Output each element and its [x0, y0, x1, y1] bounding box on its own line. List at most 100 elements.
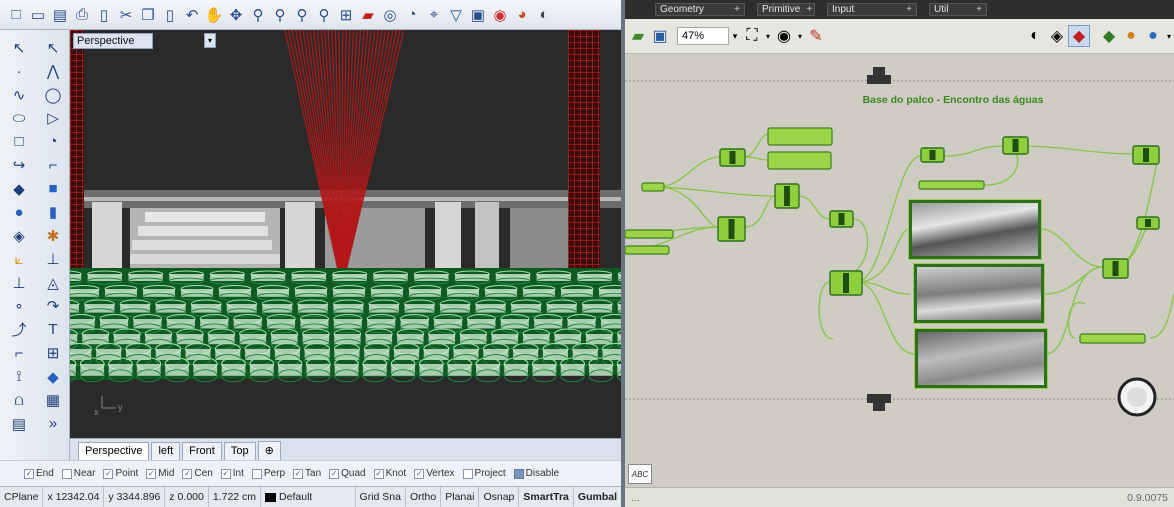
- osnap-checkbox[interactable]: ✓: [24, 468, 34, 479]
- tab-expand-icon[interactable]: +: [734, 4, 740, 15]
- smarttrack-toggle[interactable]: SmartTra: [519, 487, 574, 507]
- osnap-int[interactable]: ✓ Int: [220, 468, 244, 479]
- filter-icon[interactable]: ▽: [446, 5, 466, 25]
- light-icon[interactable]: ▣: [468, 5, 488, 25]
- zoom-dropdown-chevron-down-icon[interactable]: ▾: [729, 25, 741, 47]
- material-icon[interactable]: ◆: [36, 365, 70, 389]
- osnap-cen[interactable]: ✓ Cen: [182, 468, 213, 479]
- osnap-checkbox[interactable]: [251, 468, 262, 479]
- object-properties-icon[interactable]: ◔: [402, 5, 422, 25]
- curve-icon[interactable]: ∿: [2, 83, 36, 107]
- save-icon[interactable]: ▤: [50, 5, 70, 25]
- zoom-extents-icon[interactable]: ⛶: [741, 25, 763, 47]
- osnap-checkbox[interactable]: ✓: [293, 468, 304, 479]
- osnap-vertex[interactable]: ✓ Vertex: [414, 468, 455, 479]
- osnap-mid[interactable]: ✓ Mid: [146, 468, 174, 479]
- rotate-view-icon[interactable]: ✥: [226, 5, 246, 25]
- rebuild-icon[interactable]: ↷: [36, 295, 70, 319]
- layout-icon[interactable]: ▤: [2, 412, 36, 436]
- cut-icon[interactable]: ✂: [116, 5, 136, 25]
- snap-icon[interactable]: ⌖: [424, 5, 444, 25]
- open-file-icon[interactable]: ▭: [28, 5, 48, 25]
- transform-icon[interactable]: ⟀: [2, 248, 36, 272]
- osnap-quad[interactable]: ✓ Quad: [329, 468, 366, 479]
- extend-icon[interactable]: ⌐: [36, 154, 70, 178]
- points-icon[interactable]: ∘: [2, 295, 36, 319]
- color-wheel-icon[interactable]: ◕: [512, 5, 532, 25]
- paste-icon[interactable]: ▯: [160, 5, 180, 25]
- preview-dropdown-icon[interactable]: ▾: [795, 25, 805, 47]
- viewport-tab-top[interactable]: Top: [223, 442, 256, 460]
- curve-edit-icon[interactable]: ↪: [2, 154, 36, 178]
- point-icon[interactable]: ·: [2, 60, 36, 84]
- osnap-checkbox[interactable]: ✓: [373, 468, 384, 479]
- osnap-checkbox[interactable]: ✓: [414, 468, 425, 479]
- undo-icon[interactable]: ↶: [182, 5, 202, 25]
- layer-indicator[interactable]: Default: [261, 487, 356, 507]
- osnap-tan[interactable]: ✓ Tan: [293, 468, 321, 479]
- ellipse-icon[interactable]: ⬭: [2, 107, 36, 131]
- zoom-selected-icon[interactable]: ⚲: [314, 5, 334, 25]
- copy-icon[interactable]: ❐: [138, 5, 158, 25]
- osnap-disable[interactable]: Disable: [513, 468, 559, 479]
- select-arrow-icon[interactable]: ↖: [2, 36, 36, 60]
- array-icon[interactable]: ⊞: [36, 342, 70, 366]
- polygon-icon[interactable]: ▷: [36, 107, 70, 131]
- zoom-icon[interactable]: ⚲: [248, 5, 268, 25]
- osnap-checkbox[interactable]: [513, 468, 524, 479]
- ortho-toggle[interactable]: Ortho: [406, 487, 442, 507]
- osnap-checkbox[interactable]: ✓: [220, 468, 231, 479]
- display-settings-icon[interactable]: ●: [1142, 25, 1164, 47]
- zoom-extents-icon[interactable]: ⚲: [292, 5, 312, 25]
- viewport-tab-front[interactable]: Front: [182, 442, 222, 460]
- viewport-tab-perspective[interactable]: Perspective: [78, 442, 150, 460]
- lights-icon[interactable]: ⟟: [2, 365, 36, 389]
- analyze-icon[interactable]: ◬: [36, 271, 70, 295]
- polyline-icon[interactable]: ⋀: [36, 60, 70, 84]
- osnap-checkbox[interactable]: ✓: [329, 468, 340, 479]
- page-icon[interactable]: ▯: [94, 5, 114, 25]
- osnap-checkbox[interactable]: [462, 468, 473, 479]
- dimension-icon[interactable]: ⊥: [36, 248, 70, 272]
- open-document-icon[interactable]: ▰: [627, 25, 649, 47]
- osnap-checkbox[interactable]: [61, 468, 72, 479]
- osnap-checkbox[interactable]: ✓: [146, 468, 157, 479]
- solid-box-icon[interactable]: ■: [36, 177, 70, 201]
- layers-icon[interactable]: ◎: [380, 5, 400, 25]
- mesh-icon[interactable]: ◈: [2, 224, 36, 248]
- viewport-layout-icon[interactable]: ⊞: [336, 5, 356, 25]
- zoom-extents-dropdown-icon[interactable]: ▾: [763, 25, 773, 47]
- viewport-menu-chevron-down-icon[interactable]: ▾: [204, 33, 216, 48]
- display-dropdown-icon[interactable]: ▾: [1164, 25, 1174, 47]
- gumball-toggle[interactable]: Gumbal: [574, 487, 622, 507]
- osnap-perp[interactable]: Perp: [251, 468, 285, 479]
- explode-icon[interactable]: ⌐: [2, 342, 36, 366]
- component-tab-primitive[interactable]: Primitive +: [757, 3, 815, 16]
- grasshopper-icon[interactable]: ◐: [534, 5, 554, 25]
- preview-eye-icon[interactable]: ◉: [773, 25, 795, 47]
- component-tab-util[interactable]: Util +: [929, 3, 987, 16]
- zoom-level-field[interactable]: 47%: [677, 27, 729, 45]
- grid-array-icon[interactable]: ▦: [36, 389, 70, 413]
- preview-selected-icon[interactable]: ◆: [1068, 25, 1090, 47]
- image-sampler-component[interactable]: [914, 264, 1044, 323]
- sphere-icon[interactable]: ●: [2, 201, 36, 225]
- rectangle-icon[interactable]: □: [2, 130, 36, 154]
- osnap-point[interactable]: ✓ Point: [103, 468, 138, 479]
- snapshot-icon[interactable]: ⩍: [2, 389, 36, 413]
- planar-toggle[interactable]: Planai: [441, 487, 480, 507]
- grasshopper-canvas[interactable]: Base do palco - Encontro das águas ABC: [625, 54, 1174, 487]
- pan-hand-icon[interactable]: ✋: [204, 5, 224, 25]
- more-tools-icon[interactable]: »: [36, 412, 70, 436]
- fillet-icon[interactable]: ◔: [36, 130, 70, 154]
- new-file-icon[interactable]: □: [6, 5, 26, 25]
- image-sampler-component[interactable]: [915, 329, 1047, 388]
- tab-expand-icon[interactable]: +: [906, 4, 912, 15]
- cplane-indicator[interactable]: CPlanе: [0, 487, 44, 507]
- component-tab-geometry[interactable]: Geometry +: [655, 3, 745, 16]
- perspective-viewport[interactable]: Perspective ▾ x y: [70, 30, 621, 438]
- image-sampler-component[interactable]: [909, 200, 1041, 259]
- tab-expand-icon[interactable]: +: [976, 4, 982, 15]
- preview-shaded-icon[interactable]: ◈: [1046, 25, 1068, 47]
- osnap-knot[interactable]: ✓ Knot: [373, 468, 406, 479]
